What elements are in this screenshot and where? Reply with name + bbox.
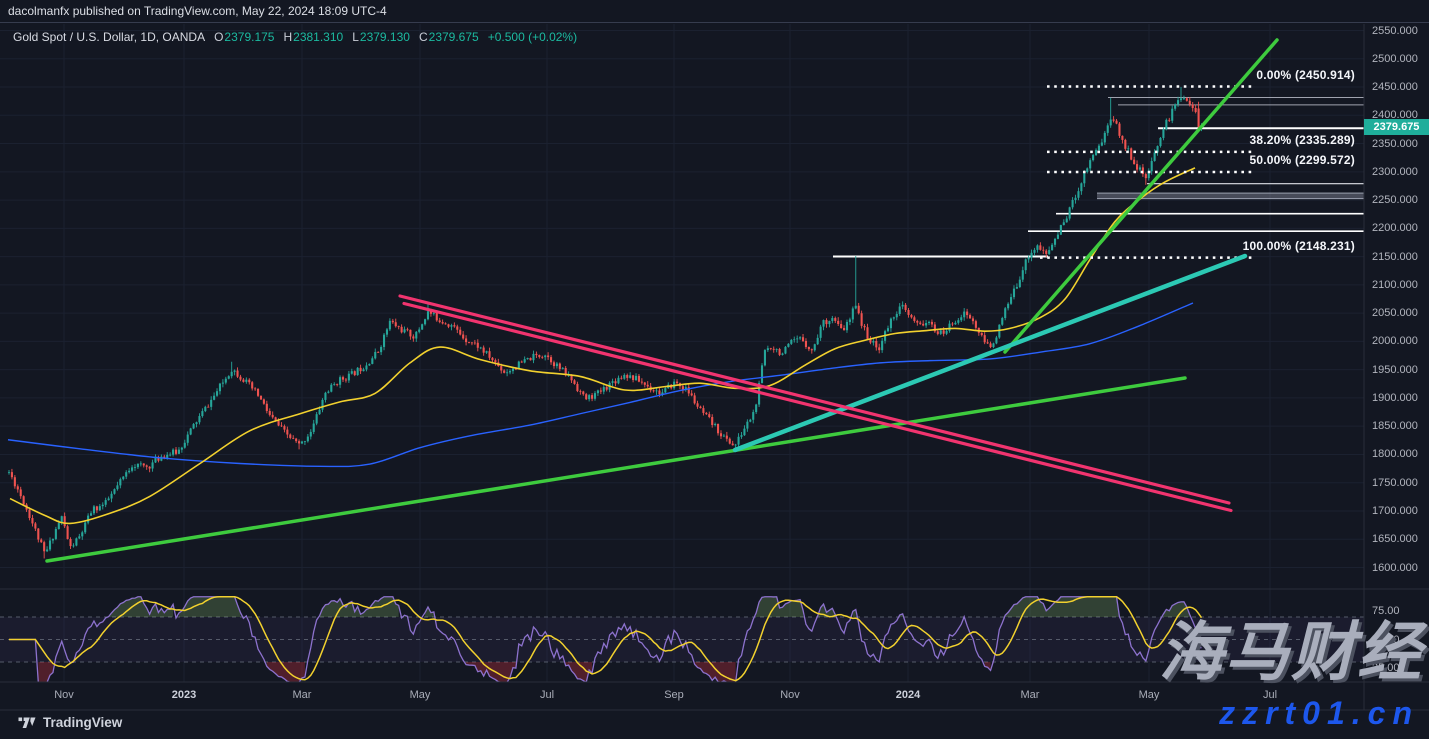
time-axis-label: May [409, 689, 431, 701]
fib-level-label: 50.00% (2299.572) [1249, 153, 1355, 168]
price-axis-label: 2150.000 [1372, 250, 1418, 263]
price-axis-label: 2350.000 [1372, 137, 1418, 150]
price-axis-label: 1850.000 [1372, 420, 1418, 433]
symbol-legend[interactable]: Gold Spot / U.S. Dollar, 1D, OANDA O 2379… [13, 30, 577, 44]
rsi-line [9, 596, 1202, 682]
price-axis-label: 2050.000 [1372, 307, 1418, 320]
watermark-url: zzrt01.cn [1219, 695, 1419, 731]
price-axis-label: 2250.000 [1372, 194, 1418, 207]
publish-bar: dacolmanfx published on TradingView.com,… [0, 0, 1429, 23]
price-axis-label: 2450.000 [1372, 81, 1418, 94]
ohlc-high: H 2381.310 [283, 30, 344, 44]
ohlc-open: O 2379.175 [214, 30, 275, 44]
pink-channel-lower [402, 301, 1233, 513]
price-axis-label: 2500.000 [1372, 52, 1418, 65]
tradingview-published-chart: dacolmanfx published on TradingView.com,… [0, 0, 1429, 739]
steep-trendline-green [1003, 38, 1279, 354]
ohlc-low: L 2379.130 [352, 30, 410, 44]
time-axis-label: May [1138, 689, 1160, 701]
last-price-badge: 2379.675 [1364, 119, 1429, 135]
main-pane [7, 38, 1364, 563]
footer-bar: TradingView [18, 715, 122, 730]
price-axis-label: 2550.000 [1372, 24, 1418, 37]
time-axis-label: 2024 [895, 689, 921, 701]
rsi-ma-line [9, 596, 1203, 682]
time-axis-label: 2023 [171, 689, 197, 701]
time-axis-label: Jul [539, 689, 555, 701]
price-axis-label: 1750.000 [1372, 476, 1418, 489]
time-axis-label: Sep [664, 689, 684, 701]
ohlc-close: C 2379.675 [418, 30, 479, 44]
watermark-cjk: 海马财经 [1159, 616, 1423, 688]
publish-text: dacolmanfx published on TradingView.com,… [8, 4, 387, 18]
gridlines [0, 24, 1364, 682]
time-axis-label: Mar [1020, 689, 1040, 701]
candlesticks [7, 87, 1203, 559]
time-axis-label: Nov [780, 689, 800, 701]
price-axis-label: 1650.000 [1372, 533, 1418, 546]
tradingview-logo-icon[interactable] [18, 715, 36, 730]
price-axis-label: 2000.000 [1372, 335, 1418, 348]
tradingview-logo-text[interactable]: TradingView [43, 715, 122, 730]
price-axis-label: 2300.000 [1372, 165, 1418, 178]
change-value: +0.500 (+0.02%) [487, 30, 578, 44]
price-axis-label: 2200.000 [1372, 222, 1418, 235]
teal-trendline [732, 253, 1248, 453]
ma-yellow [9, 167, 1196, 525]
support-trendline-green [45, 376, 1187, 563]
price-axis-label: 1700.000 [1372, 504, 1418, 517]
pink-channel-upper [398, 294, 1231, 505]
ma-blue [7, 302, 1194, 468]
fib-level-label: 38.20% (2335.289) [1249, 132, 1355, 147]
fib-level-label: 100.00% (2148.231) [1242, 238, 1355, 253]
price-axis-label: 2100.000 [1372, 278, 1418, 291]
symbol-title[interactable]: Gold Spot / U.S. Dollar, 1D, OANDA [13, 30, 205, 44]
fib-level-label: 0.00% (2450.914) [1256, 67, 1355, 82]
time-axis-label: Nov [54, 689, 74, 701]
price-axis-label: 1900.000 [1372, 391, 1418, 404]
time-axis-label: Mar [292, 689, 312, 701]
price-axis-label: 1950.000 [1372, 363, 1418, 376]
price-axis-label: 1800.000 [1372, 448, 1418, 461]
price-axis-label: 1600.000 [1372, 561, 1418, 574]
